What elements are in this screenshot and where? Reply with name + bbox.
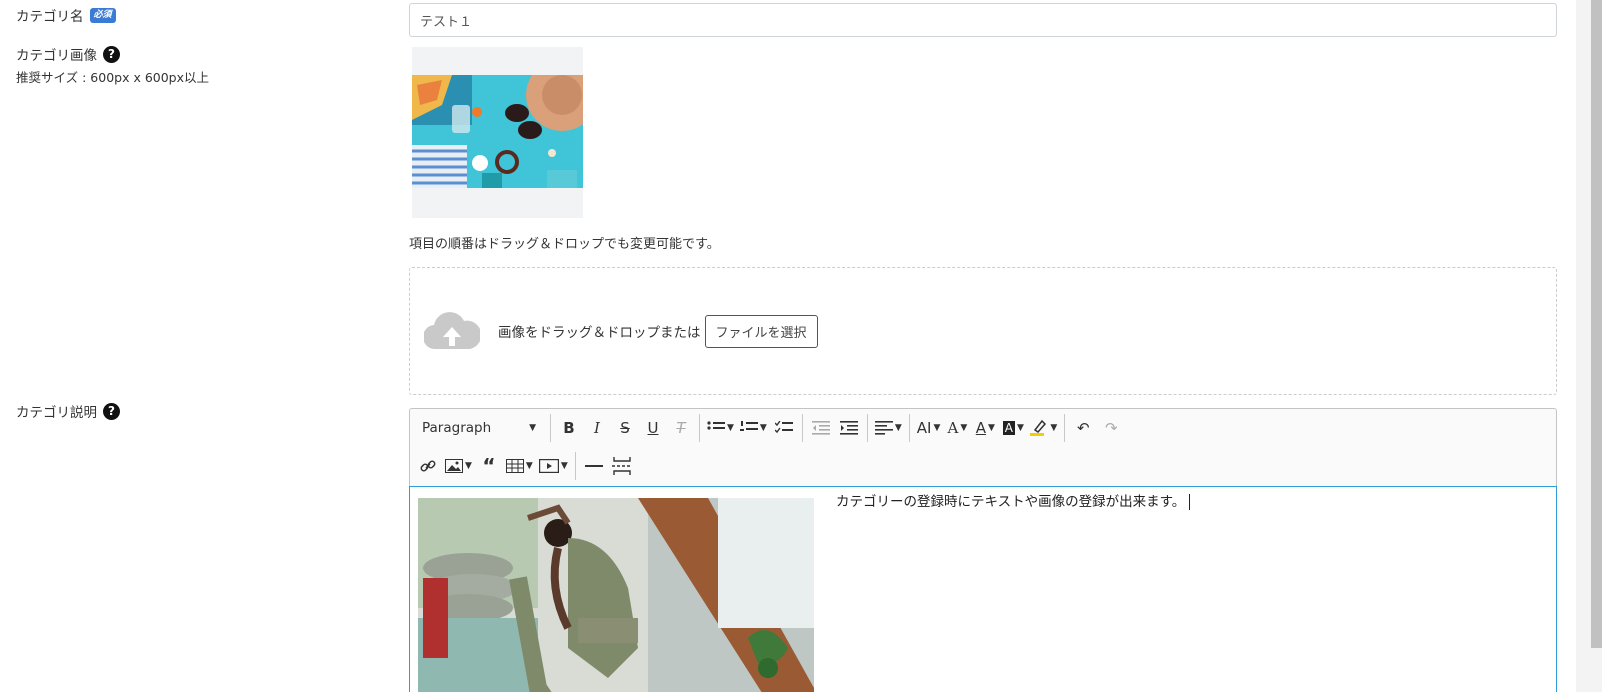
- embedded-image[interactable]: [418, 498, 814, 692]
- rich-text-editor: Paragraph ▼ B I S U T ▼ ▼ ▼ AI ▼ A ▼ A ▼…: [409, 408, 1557, 692]
- chevron-down-icon: ▼: [759, 423, 767, 433]
- chevron-down-icon: ▼: [465, 461, 472, 471]
- chevron-down-icon: ▼: [525, 461, 533, 471]
- font-size-icon[interactable]: AI ▼: [914, 413, 944, 443]
- order-note: 項目の順番はドラッグ＆ドロップでも変更可能です。: [409, 237, 720, 252]
- category-image-label: カテゴリ画像 ?: [16, 44, 120, 64]
- horizontal-line-icon[interactable]: [580, 451, 608, 481]
- page-break-icon[interactable]: [608, 451, 636, 481]
- underline-icon[interactable]: U: [639, 413, 667, 443]
- image-dropzone[interactable]: 画像をドラッグ＆ドロップまたは ファイルを選択: [409, 267, 1557, 395]
- font-color-icon[interactable]: A ▼: [971, 413, 999, 443]
- chevron-down-icon: ▼: [988, 423, 995, 433]
- category-image-thumbnail[interactable]: [412, 47, 583, 218]
- undo-icon[interactable]: ↶: [1069, 413, 1097, 443]
- chevron-down-icon: ▼: [560, 461, 568, 471]
- insert-table-icon[interactable]: ▼: [503, 451, 536, 481]
- remove-format-icon[interactable]: T: [667, 413, 695, 443]
- editor-text[interactable]: カテゴリーの登録時にテキストや画像の登録が出来ます。: [836, 490, 1191, 510]
- toolbar-separator: [550, 414, 551, 442]
- toolbar-separator: [908, 414, 910, 442]
- category-name-input[interactable]: テスト１: [409, 3, 1557, 37]
- category-description-label: カテゴリ説明 ?: [16, 401, 120, 421]
- media-embed-icon[interactable]: ▼: [536, 451, 571, 481]
- yoga-photo: [418, 498, 814, 692]
- link-icon[interactable]: [414, 451, 442, 481]
- numbered-list-icon[interactable]: ▼: [737, 413, 770, 443]
- select-file-button[interactable]: ファイルを選択: [704, 314, 818, 348]
- outdent-icon[interactable]: [807, 413, 835, 443]
- dropzone-text: 画像をドラッグ＆ドロップまたは: [498, 325, 701, 341]
- scrollbar-thumb[interactable]: [1591, 0, 1602, 648]
- bold-icon[interactable]: B: [555, 413, 583, 443]
- strikethrough-icon[interactable]: S: [611, 413, 639, 443]
- todo-list-icon[interactable]: [770, 413, 798, 443]
- toolbar-separator: [1064, 414, 1066, 442]
- help-icon[interactable]: ?: [103, 402, 120, 420]
- toolbar-separator: [699, 414, 700, 442]
- recommended-size-note: 推奨サイズ : 600px x 600px以上: [16, 70, 210, 85]
- redo-icon[interactable]: ↷: [1097, 413, 1125, 443]
- paragraph-dropdown[interactable]: Paragraph ▼: [410, 413, 546, 443]
- editor-toolbar: Paragraph ▼ B I S U T ▼ ▼ ▼ AI ▼ A ▼ A ▼…: [409, 408, 1557, 486]
- beach-items-image: [412, 75, 583, 188]
- toolbar-separator: [574, 452, 576, 480]
- toolbar-separator: [866, 414, 868, 442]
- blockquote-icon[interactable]: “: [475, 451, 503, 481]
- chevron-down-icon: ▼: [529, 423, 536, 433]
- chevron-down-icon: ▼: [1050, 423, 1058, 433]
- bulleted-list-icon[interactable]: ▼: [704, 413, 737, 443]
- indent-icon[interactable]: [835, 413, 863, 443]
- chevron-down-icon: ▼: [960, 423, 968, 433]
- cloud-upload-icon: [422, 309, 482, 353]
- help-icon[interactable]: ?: [103, 45, 120, 63]
- italic-icon[interactable]: I: [583, 413, 611, 443]
- text-caret: [1189, 494, 1191, 510]
- required-badge: 必須: [89, 7, 116, 23]
- chevron-down-icon: ▼: [933, 423, 941, 433]
- text-align-icon[interactable]: ▼: [872, 413, 905, 443]
- chevron-down-icon: ▼: [1017, 423, 1024, 433]
- editor-content-area[interactable]: カテゴリーの登録時にテキストや画像の登録が出来ます。: [409, 486, 1557, 692]
- font-family-icon[interactable]: A ▼: [943, 413, 971, 443]
- insert-image-icon[interactable]: ▼: [442, 451, 475, 481]
- highlight-icon[interactable]: ▼: [1027, 413, 1060, 443]
- chevron-down-icon: ▼: [727, 423, 734, 433]
- chevron-down-icon: ▼: [894, 423, 902, 433]
- category-name-label: カテゴリ名 必須: [16, 5, 116, 25]
- font-background-color-icon[interactable]: A ▼: [999, 413, 1027, 443]
- toolbar-separator: [801, 414, 803, 442]
